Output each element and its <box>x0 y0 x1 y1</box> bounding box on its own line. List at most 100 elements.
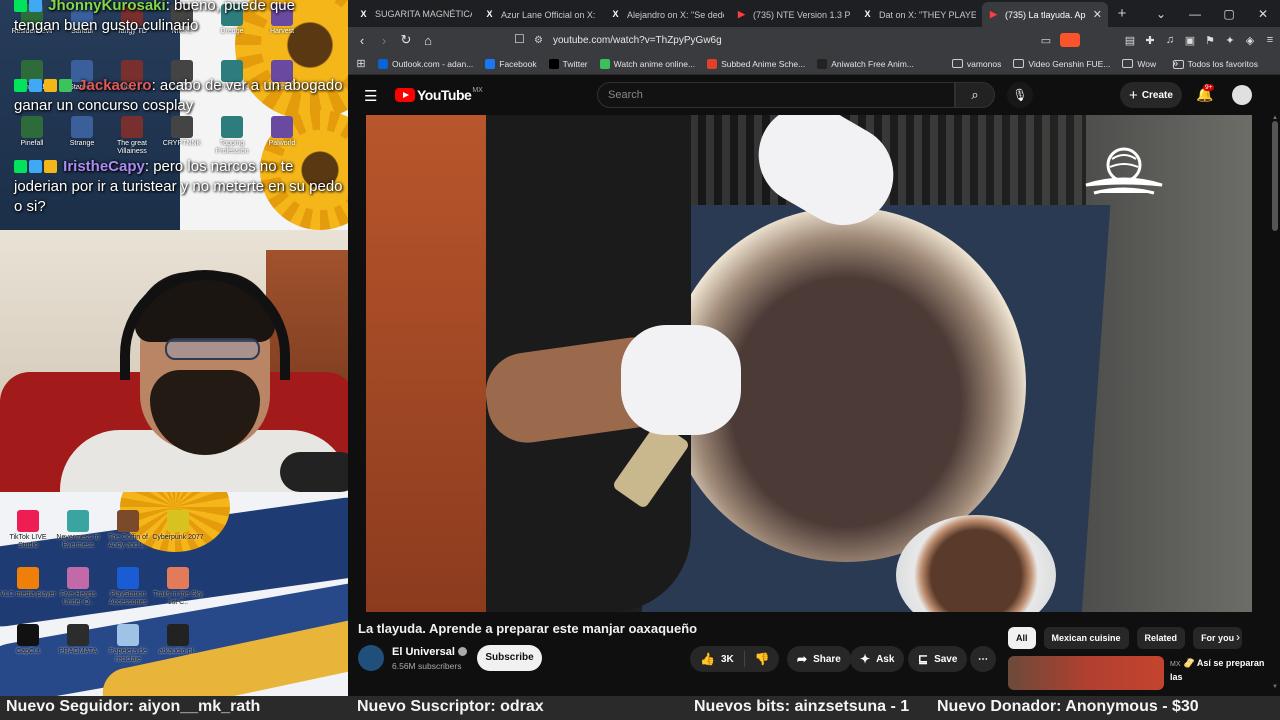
scroll-down-icon[interactable]: ▼ <box>1272 684 1278 690</box>
more-actions-button[interactable]: ⋯ <box>970 646 996 672</box>
browser-tab[interactable]: X SUGARITA MAGNÉTICA 🔵 <box>352 2 478 27</box>
create-button[interactable]: + Create <box>1120 82 1182 108</box>
save-button[interactable]: ⊑ Save <box>908 646 968 672</box>
close-tab-icon[interactable]: ✕ <box>1093 8 1102 21</box>
browser-tab[interactable]: X Azur Lane Official on X: "!! <box>478 2 604 27</box>
tab-title: (735) La tlayuda. Ap <box>1005 9 1086 20</box>
scrollbar-thumb[interactable] <box>1272 121 1278 231</box>
extensions-icon[interactable]: ✚ <box>1140 34 1160 47</box>
bookmark-item[interactable] <box>925 58 940 69</box>
all-bookmarks-folder[interactable]: Todos los favoritos <box>1172 59 1258 69</box>
recommended-thumbnail[interactable] <box>1008 656 1164 690</box>
desktop-shortcut[interactable]: Five Hearts Under O.. <box>50 567 106 607</box>
bookmark-item[interactable]: Watch anime online... <box>599 58 695 69</box>
bits-badge-icon <box>44 160 57 173</box>
browser-tab[interactable]: ▶ (735) La tlayuda. Ap ✕ <box>982 2 1108 27</box>
app-icon <box>17 567 39 589</box>
bookmark-item[interactable]: Outlook.com - adan... <box>378 58 473 69</box>
reload-button[interactable]: ↻ <box>396 32 416 48</box>
vpn-icon[interactable]: ◈ <box>1240 34 1260 47</box>
filter-chip[interactable]: All <box>1008 627 1036 649</box>
browser-tab[interactable]: ▶ (735) NTE Version 1.3 Prev <box>730 2 856 27</box>
recommended-title[interactable]: MX 🫔 Así se preparan las <box>1170 657 1270 684</box>
bookmark-item[interactable]: vamonos <box>951 59 1001 69</box>
leo-icon[interactable]: ✦ <box>1220 34 1240 47</box>
bookmark-label: Facebook <box>499 58 537 69</box>
desktop-shortcut[interactable]: PlayStation Accessories <box>100 567 156 607</box>
forward-button[interactable]: › <box>374 33 394 48</box>
account-avatar[interactable] <box>1232 85 1252 105</box>
url-field[interactable]: ⚙ youtube.com/watch?v=ThZpyPyGw6g <box>534 30 1074 50</box>
bookmark-icon[interactable]: ☐ <box>514 32 525 46</box>
desktop-shortcut[interactable]: VLC media player <box>0 567 56 599</box>
desktop-shortcut[interactable]: Papelera de reciclaje <box>100 624 156 664</box>
desktop-shortcut[interactable]: Nevermess to Evermess <box>50 510 106 550</box>
cast-icon[interactable]: ▭ <box>1036 34 1056 47</box>
minimize-button[interactable]: — <box>1178 7 1212 21</box>
site-info-icon[interactable]: ⚙ <box>534 35 543 46</box>
new-tab-button[interactable]: + <box>1112 5 1132 22</box>
desktop-shortcut[interactable]: CRYPTNNK <box>154 116 210 148</box>
channel-avatar[interactable] <box>358 645 384 671</box>
subscribe-button[interactable]: Subscribe <box>477 645 542 671</box>
youtube-logo[interactable]: YouTube MX <box>395 87 483 103</box>
bookmark-item[interactable]: Wow <box>1122 59 1156 69</box>
video-title: La tlayuda. Aprende a preparar este manj… <box>358 621 698 636</box>
video-player[interactable] <box>366 115 1252 612</box>
bookmark-item[interactable]: Facebook <box>485 58 537 69</box>
search-input[interactable]: Search <box>597 82 955 108</box>
shortcut-label: Papelera de reciclaje <box>109 648 147 663</box>
sub-badge-icon <box>14 160 27 173</box>
home-button[interactable]: ⌂ <box>418 33 438 48</box>
back-button[interactable]: ‹ <box>352 33 372 48</box>
bookmark-item[interactable]: Aniwatch Free Anim... <box>817 58 914 69</box>
desktop-shortcut[interactable]: Trails in the Sky 1st C.. <box>150 567 206 607</box>
dislike-button[interactable]: 👎 <box>745 652 780 666</box>
bookmark-item[interactable]: Subbed Anime Sche... <box>707 58 805 69</box>
screenshot-icon[interactable]: ▣ <box>1180 34 1200 47</box>
share-button[interactable]: ➦ Share <box>787 646 851 672</box>
bookmark-item[interactable]: Video Genshin FUE... <box>1013 59 1110 69</box>
shortcut-label: VLC media player <box>0 591 56 598</box>
channel-name[interactable]: El Universal <box>392 646 467 658</box>
filter-chip[interactable]: For you <box>1193 627 1243 649</box>
folder-icon <box>1122 59 1134 68</box>
media-icon[interactable]: ♫ <box>1160 34 1180 46</box>
ask-button[interactable]: ✦ Ask <box>850 646 905 672</box>
menu-icon[interactable]: ≡ <box>1260 34 1280 46</box>
filter-chip[interactable]: Mexican cuisine <box>1043 627 1129 649</box>
close-window-button[interactable]: ✕ <box>1246 7 1280 21</box>
ticker-subscriber: Nuevo Suscriptor: odrax <box>357 698 544 715</box>
like-button[interactable]: 👍 3K <box>690 651 745 667</box>
apps-grid-icon[interactable]: ⊞ <box>348 57 374 70</box>
tab-title: (735) NTE Version 1.3 Prev <box>753 9 850 20</box>
desktop-shortcut[interactable]: Cyberpunk 2077 <box>150 510 206 542</box>
chevron-right-icon[interactable]: › <box>1236 630 1240 644</box>
ticker-donation: Nuevo Donador: Anonymous - $30 <box>937 698 1199 715</box>
voice-search-button[interactable]: 🎙 <box>1007 82 1033 108</box>
desktop-shortcut[interactable]: The great Villainess <box>104 116 160 156</box>
browser-tab[interactable]: X Dat on X: "THEY PLAYED N <box>856 2 982 27</box>
desktop-shortcut[interactable]: PRAGMATA <box>50 624 106 656</box>
tab-search-icon[interactable]: ⌄ <box>1144 7 1178 21</box>
tab-title: Alejandro on X: "Se dedeci <box>627 9 724 20</box>
desktop-shortcut[interactable]: Topping Profession <box>204 116 260 156</box>
desktop-shortcut[interactable]: Strange <box>54 116 110 148</box>
page-scrollbar[interactable]: ▲ ▼ <box>1270 115 1280 690</box>
desktop-shortcut[interactable]: CapCut <box>0 624 56 656</box>
translate-icon[interactable]: ⚑ <box>1200 34 1220 47</box>
desktop-shortcut[interactable]: The Coffin of Andy and L.. <box>100 510 156 550</box>
filter-chip[interactable]: Related <box>1136 627 1186 649</box>
sidebar-icon[interactable]: ▤ <box>1120 34 1140 47</box>
maximize-button[interactable]: ▢ <box>1212 7 1246 21</box>
desktop-shortcut[interactable]: TikTok LIVE Studio <box>0 510 56 550</box>
browser-tab[interactable]: X Alejandro on X: "Se dedeci <box>604 2 730 27</box>
hamburger-menu-icon[interactable]: ☰ <box>364 87 377 105</box>
bookmark-item[interactable]: Twitter <box>548 58 588 69</box>
desktop-shortcut[interactable]: atkaudio-pl.. <box>150 624 206 656</box>
desktop-shortcut[interactable]: Palworld <box>254 116 310 148</box>
tab-bar: X SUGARITA MAGNÉTICA 🔵 X Azur Lane Official… <box>348 0 1280 27</box>
desktop-shortcut[interactable]: Pinefall <box>4 116 60 148</box>
search-button[interactable]: ⌕ <box>955 82 995 108</box>
brave-shields-icon[interactable] <box>1060 33 1080 47</box>
